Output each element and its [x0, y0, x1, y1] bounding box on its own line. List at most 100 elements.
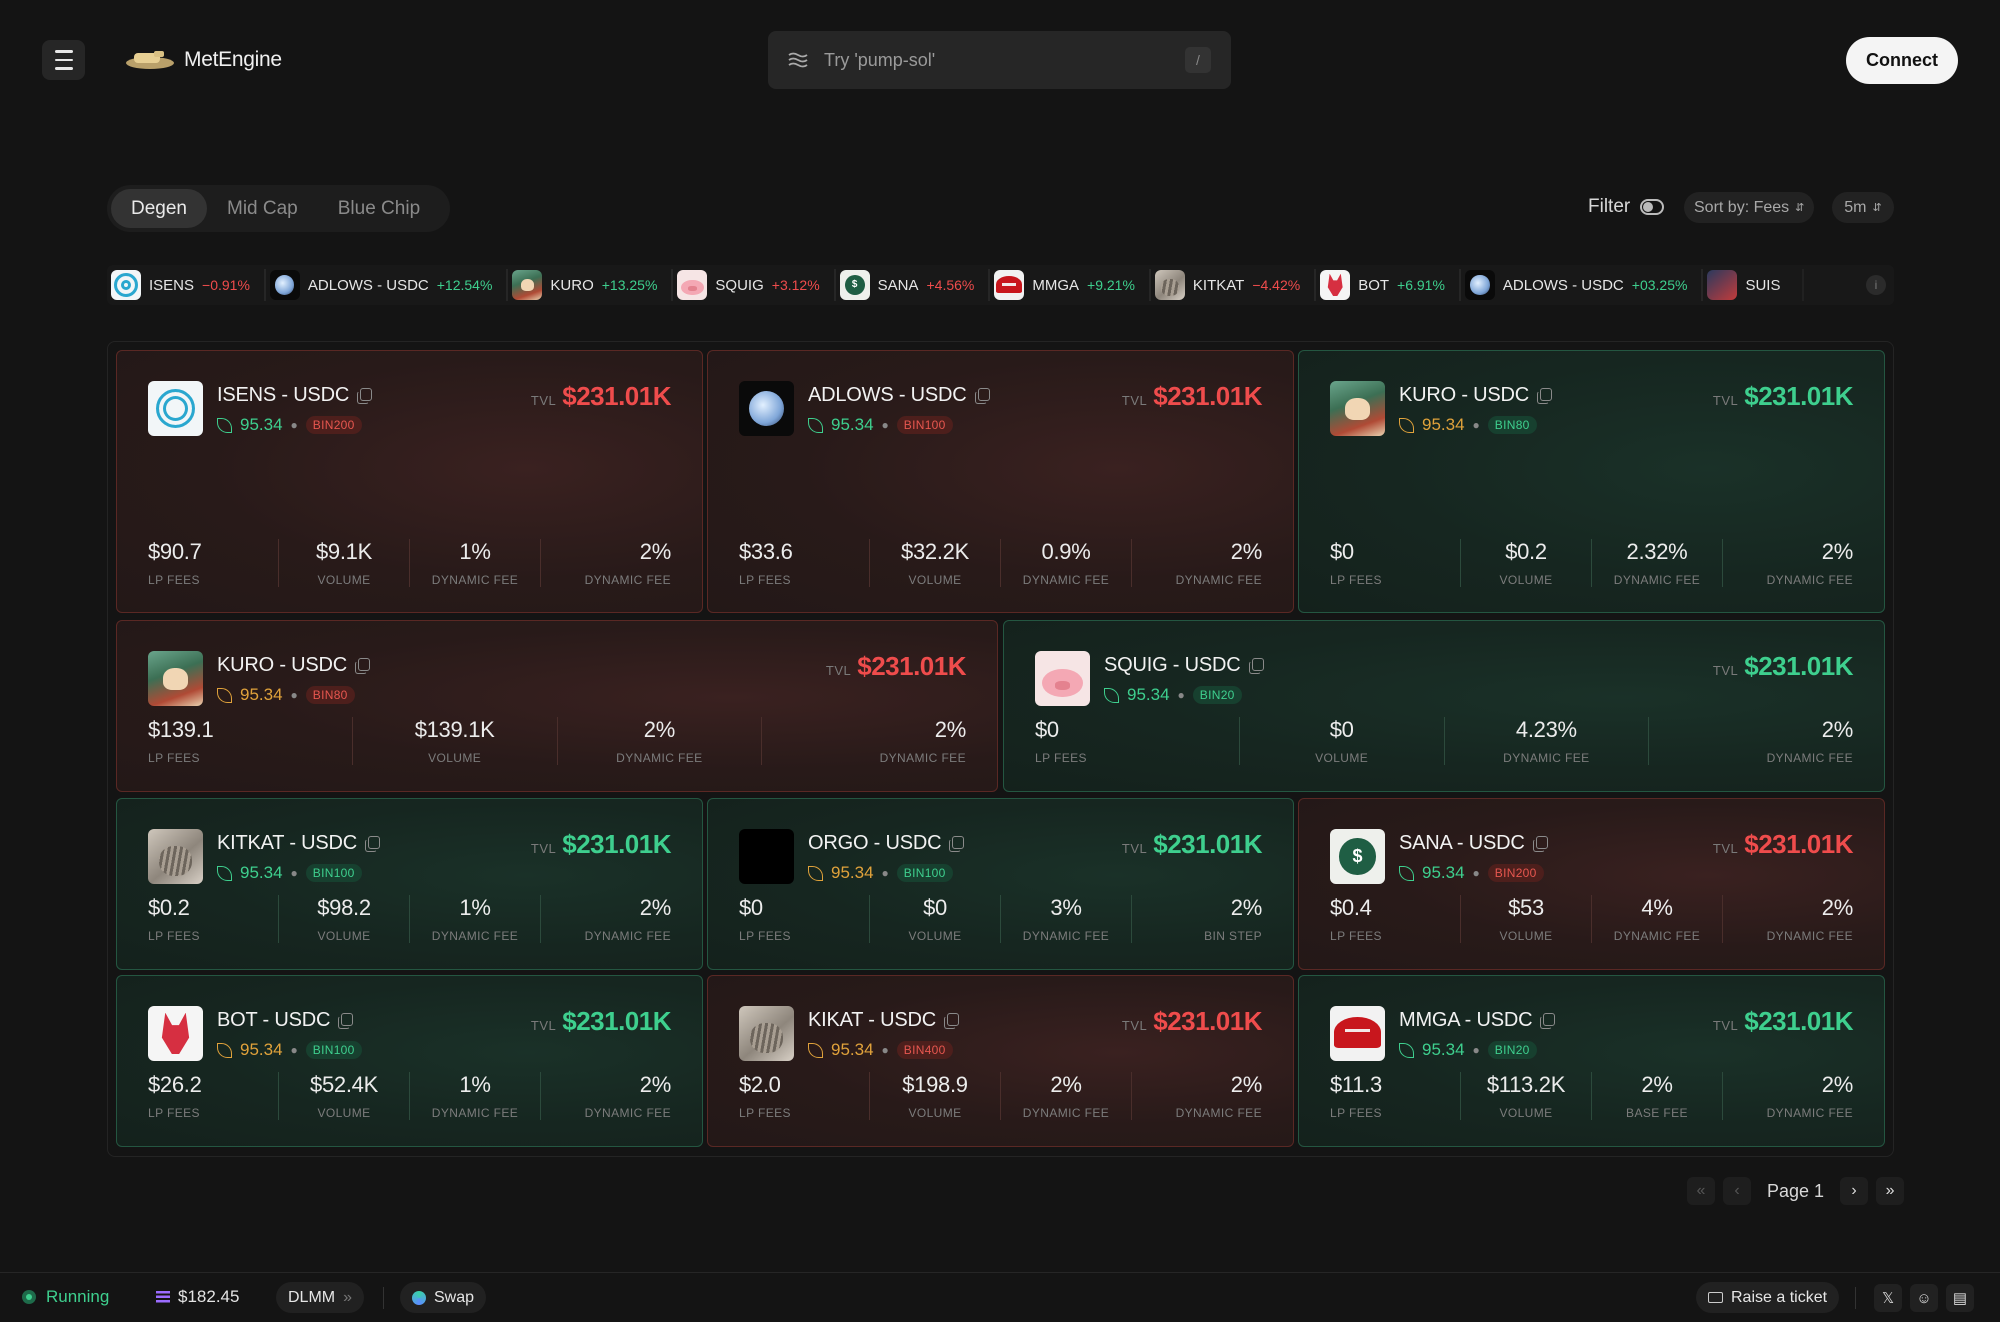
stat-label: DYNAMIC FEE — [1766, 1106, 1853, 1120]
pool-card[interactable]: ADLOWS - USDC 95.34 ● BIN100 TVL $231.01K $33.… — [707, 350, 1294, 613]
ticker-item[interactable]: ISENS −0.91% — [107, 269, 266, 301]
stat-value: $0 — [1330, 539, 1354, 564]
pool-card[interactable]: KITKAT - USDC 95.34 ● BIN100 TVL $231.01K $0.2… — [116, 798, 703, 970]
copy-icon[interactable] — [355, 658, 371, 674]
stat-value: $0.2 — [148, 895, 190, 920]
pool-meta: 95.34 ● BIN100 — [217, 863, 379, 883]
raise-ticket-button[interactable]: Raise a ticket — [1696, 1282, 1840, 1313]
bin-badge: BIN100 — [305, 1041, 362, 1059]
token-suis-icon — [1707, 270, 1738, 300]
ticker-item[interactable]: BOT +6.91% — [1316, 269, 1461, 301]
filter-toggle[interactable]: Filter — [1588, 196, 1665, 218]
search-input[interactable]: Try 'pump-sol' — [824, 50, 1185, 71]
ticker-item[interactable]: KITKAT −4.42% — [1151, 269, 1317, 301]
copy-icon[interactable] — [1540, 1013, 1556, 1029]
pool-meta: 95.34 ● BIN100 — [808, 415, 989, 435]
timeframe-dropdown[interactable]: 5m ⇵ — [1832, 192, 1894, 223]
pool-stat: 2% DYNAMIC FEE — [540, 895, 671, 943]
stat-label: VOLUME — [317, 573, 371, 587]
swap-button[interactable]: Swap — [400, 1282, 487, 1313]
category-tabs: Degen Mid Cap Blue Chip — [107, 185, 450, 232]
price-ticker: ISENS −0.91% ADLOWS - USDC +12.54% KURO +13.2… — [107, 265, 1894, 305]
tvl-label: TVL — [530, 1018, 557, 1033]
tab-mid-cap[interactable]: Mid Cap — [207, 189, 318, 228]
pool-score: 95.34 — [831, 863, 874, 882]
pool-card[interactable]: MMGA - USDC 95.34 ● BIN20 TVL $231.01K $11.3 LP… — [1298, 975, 1885, 1147]
tvl-value: $231.01K — [1153, 1006, 1262, 1036]
next-page-icon[interactable]: › — [1840, 1177, 1869, 1205]
prev-page-icon[interactable]: ‹ — [1723, 1177, 1751, 1205]
pair-label: KITKAT - USDC — [217, 832, 358, 854]
toggle-icon[interactable] — [1640, 199, 1665, 215]
separator-dot: ● — [1472, 418, 1480, 432]
stat-value: $0.4 — [1330, 895, 1372, 920]
pool-card[interactable]: ORGO - USDC 95.34 ● BIN100 TVL $231.01K $0 LP F… — [707, 798, 1294, 970]
ticker-item[interactable]: SANA +4.56% — [836, 269, 991, 301]
pool-score: 95.34 — [240, 415, 283, 434]
stat-value: 2% — [1230, 539, 1263, 564]
bin-badge: BIN80 — [1487, 416, 1537, 434]
dlmm-button[interactable]: DLMM » — [276, 1282, 365, 1313]
ticker-item[interactable]: SQUIG +3.12% — [673, 269, 836, 301]
pool-score: 95.34 — [831, 415, 874, 434]
token-squig-icon — [677, 270, 708, 300]
pool-stat: $9.1K VOLUME — [278, 539, 409, 587]
stat-value: 1% — [459, 539, 491, 564]
swap-label: Swap — [434, 1288, 475, 1306]
copy-icon[interactable] — [944, 1013, 959, 1029]
double-chevron-right-icon: » — [343, 1288, 353, 1306]
connect-button[interactable]: Connect — [1846, 37, 1958, 84]
info-icon[interactable]: i — [1866, 275, 1886, 295]
solana-icon — [156, 1291, 170, 1303]
stat-label: LP FEES — [148, 1106, 200, 1120]
copy-icon[interactable] — [365, 836, 381, 852]
x-icon[interactable]: 𝕏 — [1874, 1284, 1902, 1312]
pair-label: ORGO - USDC — [808, 832, 942, 854]
stat-label: VOLUME — [317, 929, 371, 943]
copy-icon[interactable] — [357, 388, 373, 404]
pool-card[interactable]: SANA - USDC 95.34 ● BIN200 TVL $231.01K $0.4 LP… — [1298, 798, 1885, 970]
pool-card[interactable]: BOT - USDC 95.34 ● BIN100 TVL $231.01K $26.2 LP… — [116, 975, 703, 1147]
pool-card[interactable]: KURO - USDC 95.34 ● BIN80 TVL $231.01K $0 LP FE… — [1298, 350, 1885, 613]
token-kuro-icon — [1330, 381, 1385, 436]
stat-value: 2% — [1641, 1072, 1673, 1097]
ticker-item[interactable]: KURO +13.25% — [508, 269, 674, 301]
copy-icon[interactable] — [974, 388, 990, 404]
leaf-icon — [217, 865, 232, 881]
stat-value: 2% — [1821, 895, 1854, 920]
pool-stats: $33.6 LP FEES $32.2K VOLUME 0.9% DYNAMIC FEE 2… — [739, 539, 1262, 587]
last-page-icon[interactable]: » — [1876, 1177, 1905, 1205]
stat-label: LP FEES — [148, 751, 200, 765]
stat-value: 2% — [639, 1072, 672, 1097]
ticker-item[interactable]: MMGA +9.21% — [990, 269, 1151, 301]
copy-icon[interactable] — [1532, 836, 1548, 852]
discord-icon[interactable]: ☺ — [1910, 1284, 1938, 1312]
ticker-item[interactable]: ADLOWS - USDC +12.54% — [266, 269, 509, 301]
pool-stat: $0 VOLUME — [869, 895, 1000, 943]
pair-label: SANA - USDC — [1399, 832, 1525, 854]
tab-blue-chip[interactable]: Blue Chip — [318, 189, 440, 228]
pool-card[interactable]: KIKAT - USDC 95.34 ● BIN400 TVL $231.01K $2.0 L… — [707, 975, 1294, 1147]
pool-card[interactable]: SQUIG - USDC 95.34 ● BIN20 TVL $231.01K $0 LP F… — [1003, 620, 1885, 792]
search-bar[interactable]: Try 'pump-sol' / — [768, 31, 1231, 89]
copy-icon[interactable] — [338, 1013, 354, 1029]
pool-card[interactable]: KURO - USDC 95.34 ● BIN80 TVL $231.01K $139.1 L… — [116, 620, 998, 792]
tab-degen[interactable]: Degen — [111, 189, 207, 228]
pool-stats: $0 LP FEES $0.2 VOLUME 2.32% DYNAMIC FEE 2% DYN… — [1330, 539, 1853, 587]
docs-icon[interactable]: ▤ — [1946, 1284, 1974, 1312]
first-page-icon[interactable]: « — [1687, 1177, 1715, 1205]
ticker-item[interactable]: ADLOWS - USDC +03.25% — [1461, 269, 1704, 301]
pool-stat: $0.4 LP FEES — [1330, 895, 1460, 943]
copy-icon[interactable] — [1248, 658, 1264, 674]
pool-card[interactable]: ISENS - USDC 95.34 ● BIN200 TVL $231.01K $90.7… — [116, 350, 703, 613]
copy-icon[interactable] — [1537, 388, 1553, 404]
menu-button[interactable] — [42, 40, 85, 80]
logo[interactable]: MetEngine — [124, 44, 282, 76]
stat-value: 2% — [1821, 717, 1854, 742]
copy-icon[interactable] — [949, 836, 965, 852]
token-adlows-icon — [1464, 270, 1495, 300]
sort-dropdown[interactable]: Sort by: Fees ⇵ — [1684, 192, 1815, 223]
tvl-label: TVL — [1712, 663, 1739, 678]
pool-pair-name: KIKAT - USDC — [808, 1009, 959, 1032]
ticker-change: +13.25% — [601, 277, 658, 293]
